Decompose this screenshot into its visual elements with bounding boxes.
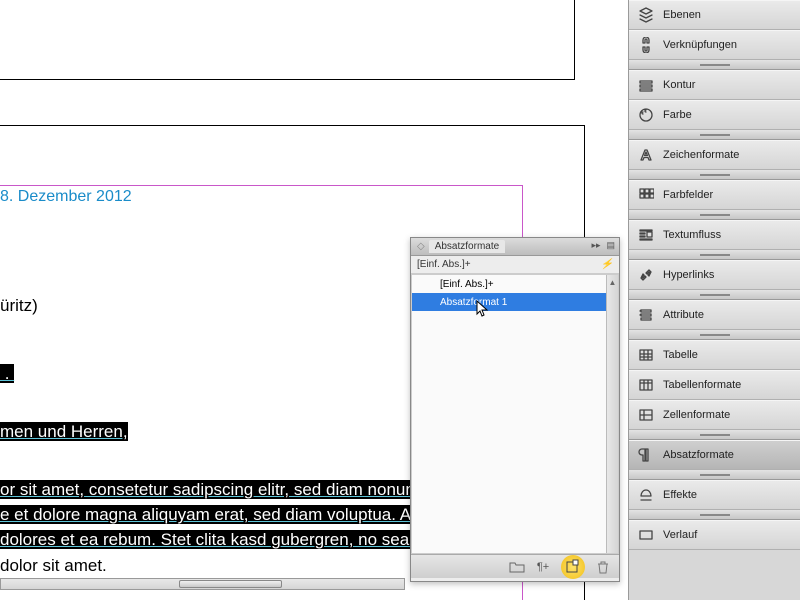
panel-group-divider[interactable] bbox=[629, 250, 800, 260]
dock-item-textumfluss[interactable]: Textumfluss bbox=[629, 220, 800, 250]
body-line-2: e et dolore magna aliquyam erat, sed dia… bbox=[0, 505, 468, 524]
panel-footer: ¶+ bbox=[411, 554, 619, 578]
dock-item-zellenformate[interactable]: Zellenformate bbox=[629, 400, 800, 430]
dock-item-label: Hyperlinks bbox=[663, 269, 714, 281]
dock-item-tabelle[interactable]: Tabelle bbox=[629, 340, 800, 370]
dock-item-verlauf[interactable]: Verlauf bbox=[629, 520, 800, 550]
attributes-icon bbox=[637, 306, 655, 324]
char-styles-icon bbox=[637, 146, 655, 164]
panel-group-divider[interactable] bbox=[629, 210, 800, 220]
new-style-button[interactable] bbox=[561, 555, 585, 579]
links-icon bbox=[637, 36, 655, 54]
hyperlinks-icon bbox=[637, 266, 655, 284]
panel-group-divider[interactable] bbox=[629, 510, 800, 520]
dock-item-kontur[interactable]: Kontur bbox=[629, 70, 800, 100]
body-line-1: or sit amet, consetetur sadipscing elitr… bbox=[0, 480, 466, 499]
panel-group-divider[interactable] bbox=[629, 170, 800, 180]
gradient-icon bbox=[637, 526, 655, 544]
delete-style-button[interactable] bbox=[595, 559, 611, 575]
panel-dock: Ebenen Verknüpfungen Kontur Farbe Zeichenfor… bbox=[628, 0, 800, 600]
panel-group-divider[interactable] bbox=[629, 130, 800, 140]
layers-icon bbox=[637, 6, 655, 24]
dock-item-label: Absatzformate bbox=[663, 449, 734, 461]
dock-item-effekte[interactable]: Effekte bbox=[629, 480, 800, 510]
current-style-row: [Einf. Abs.]+ ⚡ bbox=[411, 256, 619, 274]
dock-item-attribute[interactable]: Attribute bbox=[629, 300, 800, 330]
dock-item-label: Farbe bbox=[663, 109, 692, 121]
dock-item-label: Textumfluss bbox=[663, 229, 721, 241]
dock-item-tabellenformate[interactable]: Tabellenformate bbox=[629, 370, 800, 400]
panel-group-divider[interactable] bbox=[629, 290, 800, 300]
panel-titlebar[interactable]: ◇ Absatzformate ▸▸ ▤ bbox=[411, 238, 619, 256]
paragraph-styles-list: [Einf. Abs.]+ Absatzformat 1 ▲ bbox=[411, 274, 619, 554]
current-style-label: [Einf. Abs.]+ bbox=[417, 259, 471, 270]
dock-item-label: Ebenen bbox=[663, 9, 701, 21]
dock-item-label: Kontur bbox=[663, 79, 695, 91]
panel-group-divider[interactable] bbox=[629, 330, 800, 340]
textwrap-icon bbox=[637, 226, 655, 244]
body-line-3: dolores et ea rebum. Stet clita kasd gub… bbox=[0, 530, 469, 549]
clear-overrides-icon[interactable]: ¶+ bbox=[535, 559, 551, 575]
dock-item-label: Tabellenformate bbox=[663, 379, 741, 391]
panel-title: Absatzformate bbox=[429, 240, 505, 253]
effects-icon bbox=[637, 486, 655, 504]
expand-grip: ◇ bbox=[417, 241, 425, 252]
scroll-up-icon[interactable]: ▲ bbox=[607, 275, 618, 289]
greeting-fragment: men und Herren, bbox=[0, 422, 128, 441]
document-frame-top bbox=[0, 0, 575, 80]
collapse-double-arrow-icon[interactable]: ▸▸ bbox=[591, 240, 600, 251]
dock-item-ebenen[interactable]: Ebenen bbox=[629, 0, 800, 30]
dock-item-label: Zellenformate bbox=[663, 409, 730, 421]
dock-item-label: Attribute bbox=[663, 309, 704, 321]
body-line-4: dolor sit amet. bbox=[0, 556, 107, 575]
dock-item-label: Farbfelder bbox=[663, 189, 713, 201]
panel-menu-icon[interactable]: ▤ bbox=[606, 240, 615, 251]
dock-item-label: Tabelle bbox=[663, 349, 698, 361]
horizontal-scrollbar[interactable] bbox=[0, 578, 405, 590]
stroke-icon bbox=[637, 76, 655, 94]
address-fragment: üritz) bbox=[0, 296, 38, 315]
dock-item-zeichenformate[interactable]: Zeichenformate bbox=[629, 140, 800, 170]
color-icon bbox=[637, 106, 655, 124]
table-styles-icon bbox=[637, 376, 655, 394]
dock-item-label: Verknüpfungen bbox=[663, 39, 737, 51]
highlight-dot: . bbox=[0, 364, 14, 383]
para-styles-icon bbox=[637, 446, 655, 464]
text-frame-content[interactable]: üritz) . men und Herren, or sit amet, co… bbox=[0, 295, 469, 580]
override-bolt-icon[interactable]: ⚡ bbox=[601, 259, 613, 270]
table-icon bbox=[637, 346, 655, 364]
panel-group-divider[interactable] bbox=[629, 430, 800, 440]
swatches-icon bbox=[637, 186, 655, 204]
scrollbar-thumb[interactable] bbox=[179, 580, 282, 588]
date-text: 8. Dezember 2012 bbox=[0, 188, 132, 206]
dock-item-hyperlinks[interactable]: Hyperlinks bbox=[629, 260, 800, 290]
dock-item-absatzformate[interactable]: Absatzformate bbox=[629, 440, 800, 470]
dock-item-label: Verlauf bbox=[663, 529, 697, 541]
panel-scrollbar[interactable]: ▲ bbox=[606, 275, 618, 553]
dock-item-farbe[interactable]: Farbe bbox=[629, 100, 800, 130]
dock-item-verkn-pfungen[interactable]: Verknüpfungen bbox=[629, 30, 800, 60]
dock-item-label: Zeichenformate bbox=[663, 149, 739, 161]
folder-icon[interactable] bbox=[509, 559, 525, 575]
paragraph-styles-panel: ◇ Absatzformate ▸▸ ▤ [Einf. Abs.]+ ⚡ [Ei… bbox=[410, 237, 620, 582]
dock-item-farbfelder[interactable]: Farbfelder bbox=[629, 180, 800, 210]
panel-group-divider[interactable] bbox=[629, 470, 800, 480]
style-row-basic[interactable]: [Einf. Abs.]+ bbox=[412, 275, 618, 293]
cell-styles-icon bbox=[637, 406, 655, 424]
panel-group-divider[interactable] bbox=[629, 60, 800, 70]
dock-item-label: Effekte bbox=[663, 489, 697, 501]
style-row-1[interactable]: Absatzformat 1 bbox=[412, 293, 618, 311]
